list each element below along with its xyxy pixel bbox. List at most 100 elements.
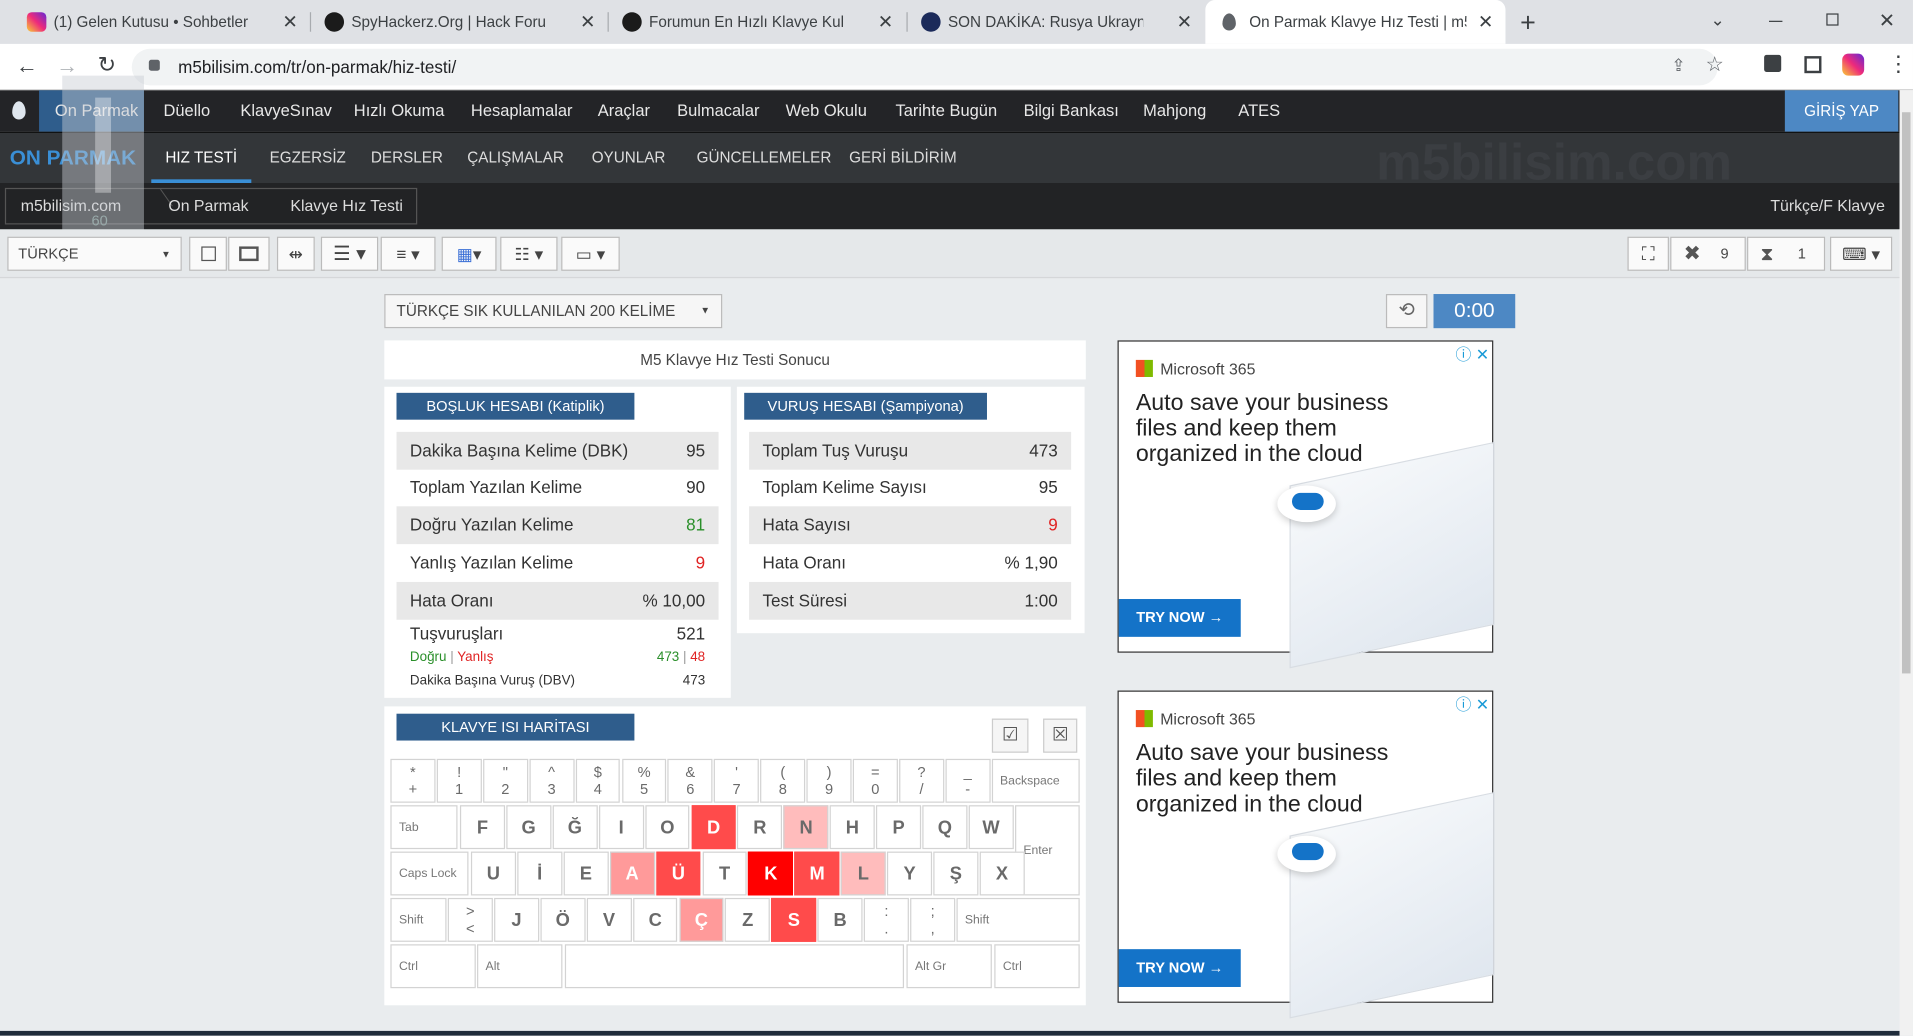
scrollbar[interactable] [1899, 90, 1913, 1036]
close-icon[interactable]: ✕ [1478, 11, 1493, 33]
nav-item-bulmacalar[interactable]: Bulmacalar [677, 90, 759, 131]
tab-title: (1) Gelen Kutusu • Sohbetler [53, 13, 249, 31]
ad-banner[interactable]: Microsoft 365 ⓘ ✕ Auto save your busines… [1117, 690, 1495, 1019]
site-logo-icon[interactable] [12, 101, 26, 120]
tab-geri-bildirim[interactable]: GERİ BİLDİRİM [849, 133, 957, 183]
restore-icon[interactable] [1826, 13, 1839, 26]
reset-button[interactable]: ⟲ [1385, 294, 1428, 329]
key: = 0 [852, 758, 898, 803]
close-icon[interactable]: ✕ [878, 11, 893, 33]
minimize-icon[interactable] [1769, 20, 1783, 22]
adchoices-icon[interactable]: ⓘ ✕ [1455, 342, 1489, 365]
news-icon [921, 12, 941, 32]
fullscreen-icon: ⛶ [1641, 243, 1655, 265]
back-icon[interactable]: ← [16, 54, 38, 80]
heatmap-header: KLAVYE ISI HARİTASI [396, 713, 635, 741]
keyboard-button[interactable]: ⌨ ▾ [1830, 236, 1893, 271]
key: ) 9 [806, 758, 852, 803]
nav-item-klavyesinav[interactable]: KlavyeSınav [240, 90, 332, 131]
window-close-icon[interactable]: ✕ [1879, 9, 1895, 33]
key: :. [863, 897, 909, 942]
tab-title: On Parmak Klavye Hız Testi | m5b [1249, 13, 1467, 31]
align-button[interactable]: ≡ ▾ [380, 236, 436, 271]
key: L [840, 851, 886, 896]
browser-tab[interactable]: SpyHackerz.Org | Hack Forum - G ✕ [324, 0, 595, 44]
ad-banner[interactable]: Microsoft 365 ⓘ ✕ Auto save your busines… [1117, 340, 1495, 669]
stat-label: Hata Sayısı [762, 514, 851, 535]
close-icon[interactable]: ✕ [580, 11, 595, 33]
nav-item-bilgi-bankasi[interactable]: Bilgi Bankası [1024, 90, 1119, 131]
key-bottom-char: + [408, 780, 418, 798]
keyboard-layout-label[interactable]: Türkçe/F Klavye [1770, 196, 1885, 214]
browser-tab[interactable]: Forumun En Hızlı Klavye Kullanan ✕ [622, 0, 893, 44]
close-icon[interactable]: ✕ [1177, 11, 1192, 33]
heatmap-close-button[interactable]: ☒ [1043, 718, 1078, 753]
url-field[interactable]: m5bilisim.com/tr/on-parmak/hiz-testi/ ⇪ … [131, 48, 1724, 86]
result-title: M5 Klavye Hız Testi Sonucu [640, 351, 830, 369]
time-indicator[interactable]: ⧗ 1 [1747, 236, 1826, 271]
scrollbar-thumb[interactable] [1901, 112, 1911, 674]
share-icon[interactable]: ⇪ [1671, 55, 1685, 76]
nav-item-duello[interactable]: Düello [163, 90, 210, 131]
browser-tab-active[interactable]: On Parmak Klavye Hız Testi | m5b ✕ [1205, 0, 1506, 44]
lock-icon [148, 59, 160, 71]
lines-button[interactable]: ☰ ▾ [320, 236, 379, 271]
color-button[interactable]: ▦ ▾ [441, 236, 497, 271]
menu-icon[interactable]: ⋮ [1887, 51, 1909, 77]
language-select[interactable]: TÜRKÇE ▼ [7, 236, 182, 271]
hourglass-icon: ⧗ [1760, 243, 1774, 265]
key-top-char: = [871, 763, 880, 781]
reload-icon[interactable]: ↻ [98, 52, 116, 78]
key-bottom-char: / [919, 780, 924, 798]
ad-brand: Microsoft 365 [1160, 359, 1256, 379]
display-button[interactable]: ▭ ▾ [561, 236, 620, 271]
key: _ - [945, 758, 991, 803]
wordlist-select[interactable]: TÜRKÇE SIK KULLANILAN 200 KELİME ▼ [384, 294, 723, 329]
browser-tab[interactable]: SON DAKİKA: Rusya Ukrayna sava ✕ [921, 0, 1192, 44]
browser-tab-bar: (1) Gelen Kutusu • Sohbetler ✕ SpyHacker… [0, 0, 1913, 44]
microsoft-logo-icon [1135, 710, 1153, 728]
tab-calismalar[interactable]: ÇALIŞMALAR [467, 133, 564, 183]
layout-button[interactable]: ☷ ▾ [500, 236, 558, 271]
errors-indicator[interactable]: ✖ 9 [1670, 236, 1746, 271]
font-size-button[interactable] [189, 236, 227, 271]
nav-item-araclar[interactable]: Araçlar [598, 90, 650, 131]
floating-overlay: 60 [62, 75, 144, 251]
tab-egzersiz[interactable]: EGZERSİZ [270, 133, 346, 183]
stat-value: % 10,00 [642, 590, 706, 610]
instagram-extension-icon[interactable] [1842, 53, 1865, 76]
tab-title: SON DAKİKA: Rusya Ukrayna sava [947, 13, 1143, 31]
grid-icon: ▦ [456, 243, 473, 263]
ad-cta-button[interactable]: TRY NOW → [1118, 949, 1241, 987]
breadcrumb-item[interactable]: On Parmak [168, 196, 248, 214]
width-button[interactable]: ⇹ [276, 236, 315, 271]
key: > < [447, 897, 493, 942]
ad-cta-button[interactable]: TRY NOW → [1118, 599, 1241, 637]
tab-guncellemeler[interactable]: GÜNCELLEMELER [697, 133, 832, 183]
nav-item-hizli-okuma[interactable]: Hızlı Okuma [354, 90, 445, 131]
nav-item-hesaplamalar[interactable]: Hesaplamalar [471, 90, 573, 131]
tab-hiz-testi[interactable]: HIZ TESTİ [151, 133, 252, 183]
browser-tab[interactable]: (1) Gelen Kutusu • Sohbetler ✕ [26, 0, 298, 44]
view-button[interactable] [228, 236, 270, 271]
nav-item-web-okulu[interactable]: Web Okulu [786, 90, 867, 131]
key-alt: Alt [477, 944, 563, 989]
star-icon[interactable]: ☆ [1706, 52, 1725, 76]
fullscreen-button[interactable]: ⛶ [1627, 236, 1669, 271]
tab-dersler[interactable]: DERSLER [371, 133, 443, 183]
adchoices-icon[interactable]: ⓘ ✕ [1455, 692, 1489, 715]
extensions-icon[interactable] [1764, 54, 1782, 72]
nav-item-mahjong[interactable]: Mahjong [1143, 90, 1206, 131]
correct-value: 473 [656, 650, 680, 665]
stat-value: 9 [1048, 514, 1058, 535]
nav-item-tarihte-bugun[interactable]: Tarihte Bugün [895, 90, 997, 131]
login-button[interactable]: GİRİŞ YAP [1784, 90, 1899, 132]
tab-search-icon[interactable]: ⌄ [1710, 10, 1724, 31]
new-tab-icon[interactable]: + [1520, 7, 1536, 39]
sidepanel-icon[interactable] [1804, 56, 1822, 74]
close-icon[interactable]: ✕ [282, 11, 297, 33]
tab-oyunlar[interactable]: OYUNLAR [592, 133, 666, 183]
nav-item-ates[interactable]: ATES [1238, 90, 1280, 131]
section-nav: m5bilisim.com ON PARMAK HIZ TESTİ EGZERS… [0, 131, 1900, 190]
heatmap-toggle-button[interactable]: ☑ [991, 718, 1029, 753]
